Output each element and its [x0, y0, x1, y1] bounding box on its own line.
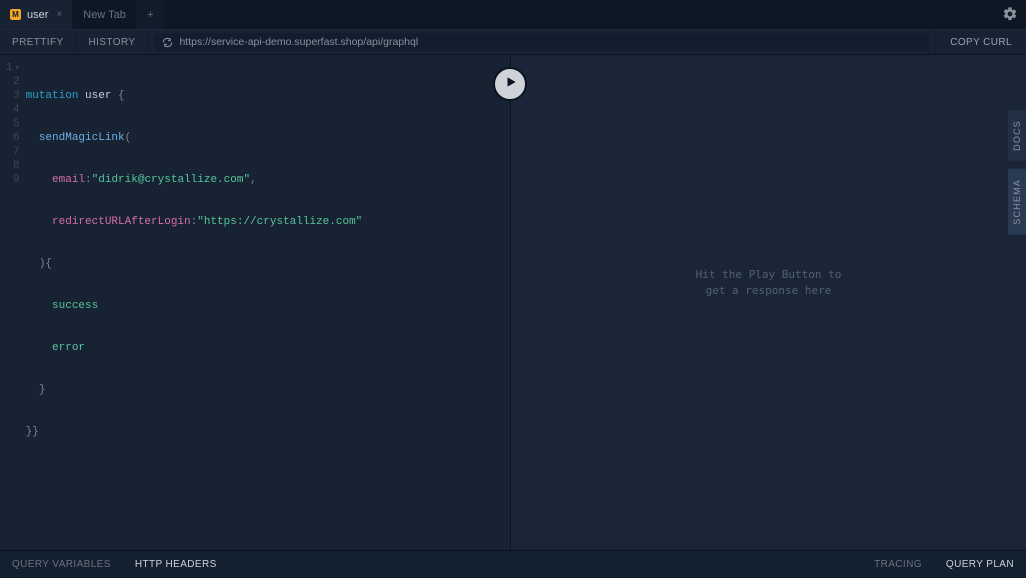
tab-label: New Tab: [83, 9, 126, 21]
toolbar: PRETTIFY HISTORY COPY CURL: [0, 29, 1026, 55]
gear-icon: [1002, 9, 1018, 26]
tab-strip: M user × New Tab +: [0, 0, 1026, 29]
prettify-button[interactable]: PRETTIFY: [0, 30, 77, 54]
close-icon[interactable]: ×: [56, 9, 62, 20]
side-rail: DOCS SCHEMA: [1008, 110, 1026, 235]
reload-icon[interactable]: [162, 37, 173, 48]
tab-new[interactable]: New Tab: [73, 0, 137, 29]
bottom-bar: QUERY VARIABLES HTTP HEADERS TRACING QUE…: [0, 550, 1026, 578]
response-placeholder: Hit the Play Button to get a response he…: [696, 267, 842, 299]
add-tab-button[interactable]: +: [137, 0, 165, 29]
response-pane: Hit the Play Button to get a response he…: [511, 55, 1026, 550]
docs-tab[interactable]: DOCS: [1008, 110, 1026, 161]
http-headers-button[interactable]: HTTP HEADERS: [123, 559, 229, 570]
plus-icon: +: [147, 9, 153, 21]
play-icon: [502, 75, 518, 94]
settings-button[interactable]: [1002, 6, 1018, 22]
execute-button[interactable]: [493, 67, 527, 101]
history-button[interactable]: HISTORY: [77, 30, 149, 54]
mutation-badge-icon: M: [10, 9, 21, 20]
query-plan-button[interactable]: QUERY PLAN: [934, 559, 1026, 570]
tab-label: user: [27, 9, 48, 21]
endpoint-input[interactable]: [179, 36, 921, 48]
endpoint-box: [154, 33, 929, 51]
workspace: 1▾ 2 3 4 5 6 7 8 9 mutation user { sendM…: [0, 55, 1026, 550]
query-editor[interactable]: 1▾ 2 3 4 5 6 7 8 9 mutation user { sendM…: [0, 55, 510, 550]
code-body[interactable]: mutation user { sendMagicLink( email:"di…: [26, 55, 363, 550]
line-gutter: 1▾ 2 3 4 5 6 7 8 9: [0, 55, 26, 550]
query-variables-button[interactable]: QUERY VARIABLES: [0, 559, 123, 570]
tab-user[interactable]: M user ×: [0, 0, 73, 29]
tracing-button[interactable]: TRACING: [862, 559, 934, 570]
schema-tab[interactable]: SCHEMA: [1008, 169, 1026, 235]
copy-curl-button[interactable]: COPY CURL: [935, 30, 1026, 54]
